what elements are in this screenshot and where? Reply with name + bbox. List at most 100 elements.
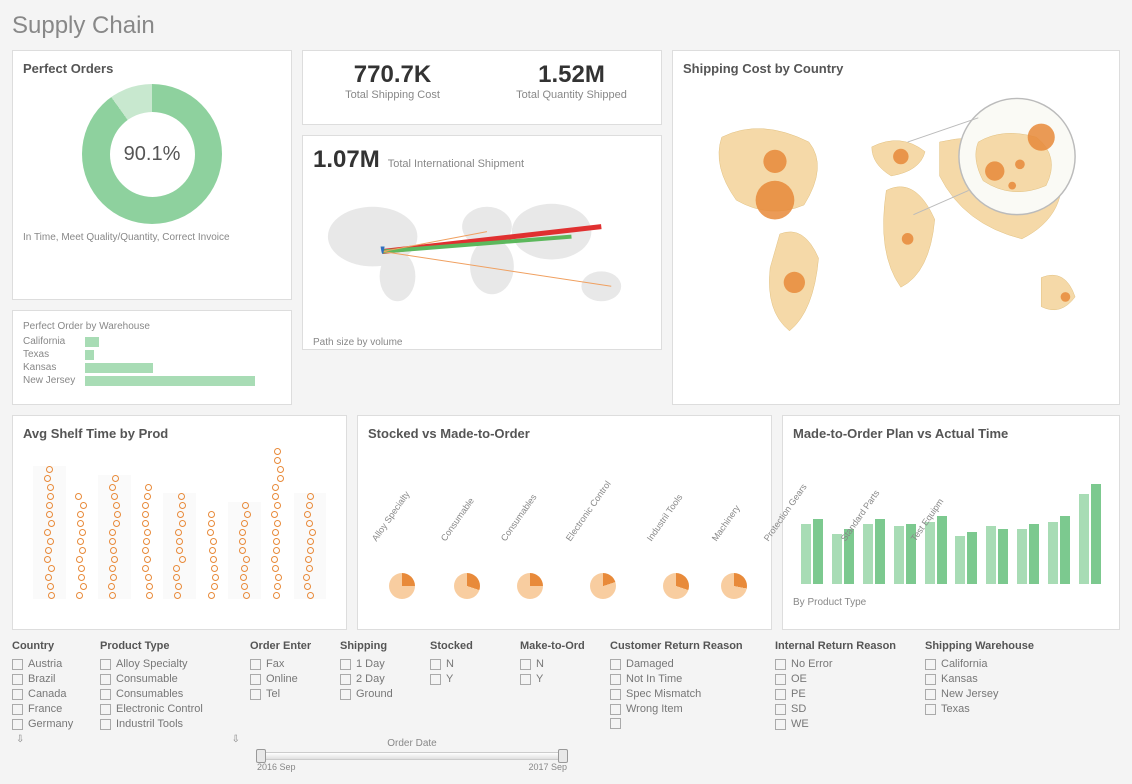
bar-pair[interactable]	[955, 532, 977, 584]
filter-item[interactable]: Consumable	[100, 673, 228, 685]
warehouse-row[interactable]: Kansas	[23, 362, 281, 373]
filter-item[interactable]: New Jersey	[925, 688, 1055, 700]
filter-item[interactable]: SD	[775, 703, 915, 715]
bar-pair[interactable]	[1048, 516, 1070, 584]
filter-item[interactable]: Y	[520, 673, 600, 685]
plan-actual-sub: By Product Type	[793, 597, 1109, 608]
checkbox-icon[interactable]	[12, 659, 23, 670]
checkbox-icon[interactable]	[340, 659, 351, 670]
pie-col[interactable]: Alloy Specialty	[368, 533, 437, 599]
filter-item[interactable]: N	[520, 658, 600, 670]
checkbox-icon[interactable]	[925, 704, 936, 715]
checkbox-icon[interactable]	[775, 719, 786, 730]
perfect-orders-donut[interactable]: 90.1%	[82, 84, 222, 224]
filter-item[interactable]: OE	[775, 673, 915, 685]
filter-item[interactable]: Damaged	[610, 658, 765, 670]
checkbox-icon[interactable]	[250, 689, 261, 700]
filter-item[interactable]: Online	[250, 673, 330, 685]
checkbox-icon[interactable]	[12, 689, 23, 700]
checkbox-icon[interactable]	[610, 689, 621, 700]
checkbox-icon[interactable]	[925, 689, 936, 700]
slider-handle-start[interactable]	[256, 749, 266, 763]
bar-pair[interactable]	[801, 519, 823, 584]
filter-item[interactable]: Industril Tools	[100, 718, 228, 730]
pie-col[interactable]: Electronic Control	[562, 533, 643, 599]
checkbox-icon[interactable]	[12, 704, 23, 715]
checkbox-icon[interactable]	[100, 674, 111, 685]
filter-item[interactable]: Not In Time	[610, 673, 765, 685]
bar-pair[interactable]	[1079, 484, 1101, 584]
warehouse-row[interactable]: California	[23, 336, 281, 347]
filter-item[interactable]: California	[925, 658, 1055, 670]
filter-item[interactable]: Fax	[250, 658, 330, 670]
checkbox-icon[interactable]	[100, 719, 111, 730]
checkbox-icon[interactable]	[340, 689, 351, 700]
filter-item[interactable]: Ground	[340, 688, 420, 700]
slider-handle-end[interactable]	[558, 749, 568, 763]
bar-pair[interactable]	[1017, 524, 1039, 584]
checkbox-icon[interactable]	[250, 659, 261, 670]
filter-title-internal_return: Internal Return Reason	[775, 640, 915, 652]
checkbox-icon[interactable]	[100, 689, 111, 700]
bar-pair[interactable]	[986, 526, 1008, 584]
checkbox-icon[interactable]	[775, 689, 786, 700]
checkbox-icon[interactable]	[775, 674, 786, 685]
checkbox-icon[interactable]	[100, 659, 111, 670]
page-title: Supply Chain	[12, 12, 1120, 40]
scroll-down-icon[interactable]: ⇩	[16, 734, 24, 745]
filter-item[interactable]	[610, 718, 765, 729]
checkbox-icon[interactable]	[925, 674, 936, 685]
stocked-mto-pies[interactable]: Alloy Specialty Consumable Consumables E…	[368, 449, 761, 599]
filter-item[interactable]: France	[12, 703, 90, 715]
filter-item[interactable]: WE	[775, 718, 915, 730]
pie-col[interactable]: Industril Tools	[643, 533, 708, 599]
checkbox-icon[interactable]	[100, 704, 111, 715]
stocked-mto-title: Stocked vs Made-to-Order	[368, 426, 761, 441]
scroll-down-icon[interactable]: ⇩	[232, 734, 240, 745]
filter-item[interactable]: Consumables	[100, 688, 228, 700]
filter-item[interactable]: Tel	[250, 688, 330, 700]
filter-item[interactable]: Brazil	[12, 673, 90, 685]
filter-item[interactable]: Wrong Item	[610, 703, 765, 715]
checkbox-icon[interactable]	[775, 704, 786, 715]
pie-col[interactable]: Consumable	[437, 533, 498, 599]
checkbox-icon[interactable]	[925, 659, 936, 670]
filter-item[interactable]: Y	[430, 673, 510, 685]
checkbox-icon[interactable]	[12, 674, 23, 685]
checkbox-icon[interactable]	[775, 659, 786, 670]
filter-item[interactable]: N	[430, 658, 510, 670]
filter-item[interactable]: Kansas	[925, 673, 1055, 685]
filter-item[interactable]: Germany	[12, 718, 90, 730]
pie-col[interactable]: Consumables	[497, 533, 562, 599]
checkbox-icon[interactable]	[12, 719, 23, 730]
filter-item[interactable]: No Error	[775, 658, 915, 670]
filter-item[interactable]: Austria	[12, 658, 90, 670]
checkbox-icon[interactable]	[340, 674, 351, 685]
shelf-time-scatter[interactable]	[23, 449, 336, 604]
filter-item[interactable]: 2 Day	[340, 673, 420, 685]
pie-col[interactable]: Machinery	[708, 533, 760, 599]
filter-item[interactable]: Spec Mismatch	[610, 688, 765, 700]
checkbox-icon[interactable]	[430, 659, 441, 670]
filter-item[interactable]: Electronic Control	[100, 703, 228, 715]
filter-item[interactable]: Texas	[925, 703, 1055, 715]
order-date-slider[interactable]: Order Date 2016 Sep2017 Sep	[257, 738, 567, 772]
checkbox-icon[interactable]	[610, 674, 621, 685]
checkbox-icon[interactable]	[610, 718, 621, 729]
checkbox-icon[interactable]	[250, 674, 261, 685]
checkbox-icon[interactable]	[520, 659, 531, 670]
checkbox-icon[interactable]	[610, 704, 621, 715]
filter-item[interactable]: Alloy Specialty	[100, 658, 228, 670]
warehouse-row[interactable]: New Jersey	[23, 375, 281, 386]
checkbox-icon[interactable]	[430, 674, 441, 685]
filter-item[interactable]: Canada	[12, 688, 90, 700]
world-map[interactable]	[683, 84, 1109, 384]
filter-item[interactable]: 1 Day	[340, 658, 420, 670]
intl-flow-map[interactable]	[313, 174, 651, 329]
bar-pair[interactable]	[863, 519, 885, 584]
checkbox-icon[interactable]	[610, 659, 621, 670]
filter-item[interactable]: PE	[775, 688, 915, 700]
warehouse-row[interactable]: Texas	[23, 349, 281, 360]
plan-actual-bars[interactable]	[793, 449, 1109, 589]
checkbox-icon[interactable]	[520, 674, 531, 685]
